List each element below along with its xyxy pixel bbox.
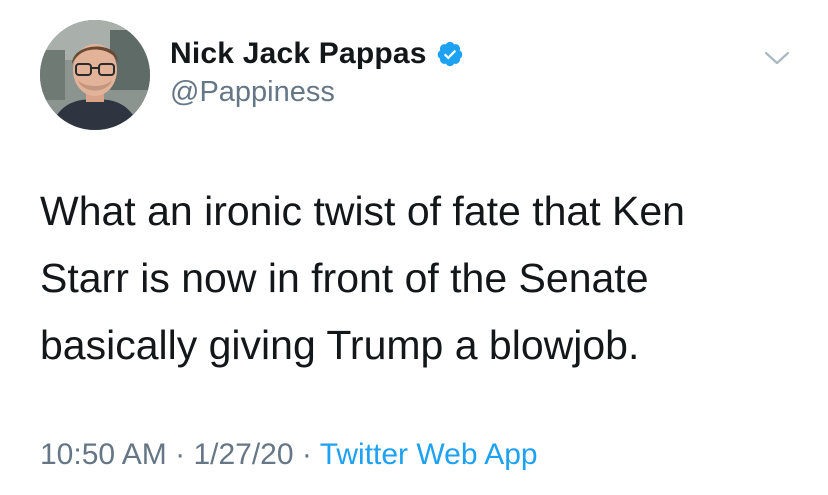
verified-badge-icon: [436, 40, 464, 68]
separator-dot: ·: [175, 438, 186, 471]
chevron-down-icon[interactable]: [762, 48, 792, 68]
tweet-time[interactable]: 10:50 AM: [40, 438, 167, 471]
source-app-link[interactable]: Twitter Web App: [320, 438, 538, 471]
author-handle[interactable]: @Pappiness: [170, 76, 335, 109]
separator-dot: ·: [301, 438, 312, 471]
display-name[interactable]: Nick Jack Pappas: [170, 37, 427, 71]
tweet-text-line: Starr is now in front of the Senate: [40, 255, 649, 301]
author-name-row: Nick Jack Pappas: [170, 34, 464, 74]
tweet-text: What an ironic twist of fate that Ken St…: [40, 178, 800, 379]
tweet-text-line: basically giving Trump a blowjob.: [40, 322, 640, 368]
tweet-card: Nick Jack Pappas @Pappiness What an iron…: [0, 0, 828, 495]
avatar-photo: [40, 20, 150, 130]
tweet-text-line: What an ironic twist of fate that Ken: [40, 188, 685, 234]
avatar[interactable]: [40, 20, 150, 130]
tweet-metadata: 10:50 AM · 1/27/20 · Twitter Web App: [40, 438, 538, 472]
tweet-date[interactable]: 1/27/20: [193, 438, 293, 471]
